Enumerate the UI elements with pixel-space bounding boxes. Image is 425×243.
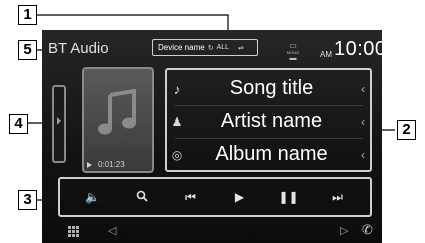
callout-5: 5 bbox=[18, 40, 37, 60]
callout-2: 2 bbox=[397, 120, 416, 140]
signal-icon: ▭ bbox=[289, 41, 297, 50]
search-icon[interactable] bbox=[130, 190, 154, 204]
callout-4: 4 bbox=[9, 114, 28, 134]
device-name-label: Device name bbox=[158, 43, 205, 52]
phone-icon[interactable]: ✆ bbox=[362, 222, 373, 238]
pause-icon[interactable]: ❚❚ bbox=[277, 191, 301, 203]
ampm-label: AM bbox=[320, 50, 332, 59]
album-name-row[interactable]: ◎ Album name ‹ bbox=[167, 138, 370, 171]
volume-mute-icon[interactable]: 🔈 bbox=[81, 191, 105, 203]
previous-track-icon[interactable]: ⏮ bbox=[179, 191, 203, 203]
music-note-icon bbox=[98, 89, 136, 135]
playback-controls: 🔈 ⏮ ▶ ❚❚ ⏭ bbox=[58, 177, 372, 217]
album-artwork[interactable]: 0:01:23 bbox=[82, 67, 154, 173]
play-icon[interactable]: ▶ bbox=[228, 191, 252, 203]
song-title: Song title bbox=[229, 77, 314, 99]
chevron-left-icon[interactable]: ‹ bbox=[356, 148, 370, 162]
bottom-bar: ◁ ▷ ✆ bbox=[42, 218, 382, 243]
clock: 10:00 bbox=[334, 38, 382, 60]
chevron-left-icon[interactable]: ‹ bbox=[356, 82, 370, 96]
expand-arrow-icon bbox=[57, 117, 61, 125]
callout-3: 3 bbox=[18, 190, 37, 210]
callout-1: 1 bbox=[18, 5, 37, 25]
album-name: Album name bbox=[215, 143, 328, 165]
repeat-icon[interactable]: ↻ bbox=[208, 44, 214, 52]
shuffle-icon[interactable]: ⇌ bbox=[238, 44, 244, 52]
elapsed-time: 0:01:23 bbox=[98, 160, 125, 169]
source-title: BT Audio bbox=[48, 40, 109, 57]
page-right-icon[interactable]: ▷ bbox=[340, 224, 348, 237]
page-left-icon[interactable]: ◁ bbox=[108, 224, 116, 237]
status-indicators: ▭ MONO ▬ bbox=[284, 41, 302, 63]
play-status-icon bbox=[87, 162, 92, 168]
menu-grid-icon[interactable] bbox=[68, 226, 80, 238]
artist-icon: ♟ bbox=[171, 114, 183, 129]
music-note-icon: ♪ bbox=[173, 80, 181, 97]
battery-icon: ▬ bbox=[289, 55, 297, 62]
bt-audio-screen: BT Audio Device name ↻ ALL ⇌ ▭ MONO ▬ AM… bbox=[42, 30, 382, 243]
song-title-row[interactable]: ♪ Song title ‹ bbox=[167, 72, 370, 105]
artist-name-row[interactable]: ♟ Artist name ‹ bbox=[167, 105, 370, 138]
repeat-mode-label: ALL bbox=[216, 44, 230, 51]
album-disc-icon: ◎ bbox=[171, 147, 183, 162]
next-track-icon[interactable]: ⏭ bbox=[326, 191, 350, 203]
track-info-box: ♪ Song title ‹ ♟ Artist name ‹ ◎ Album n… bbox=[165, 68, 372, 172]
chevron-left-icon[interactable]: ‹ bbox=[356, 115, 370, 129]
artist-name: Artist name bbox=[220, 110, 323, 132]
side-panel-tab[interactable] bbox=[52, 85, 66, 163]
device-info-box[interactable]: Device name ↻ ALL ⇌ bbox=[152, 39, 258, 56]
